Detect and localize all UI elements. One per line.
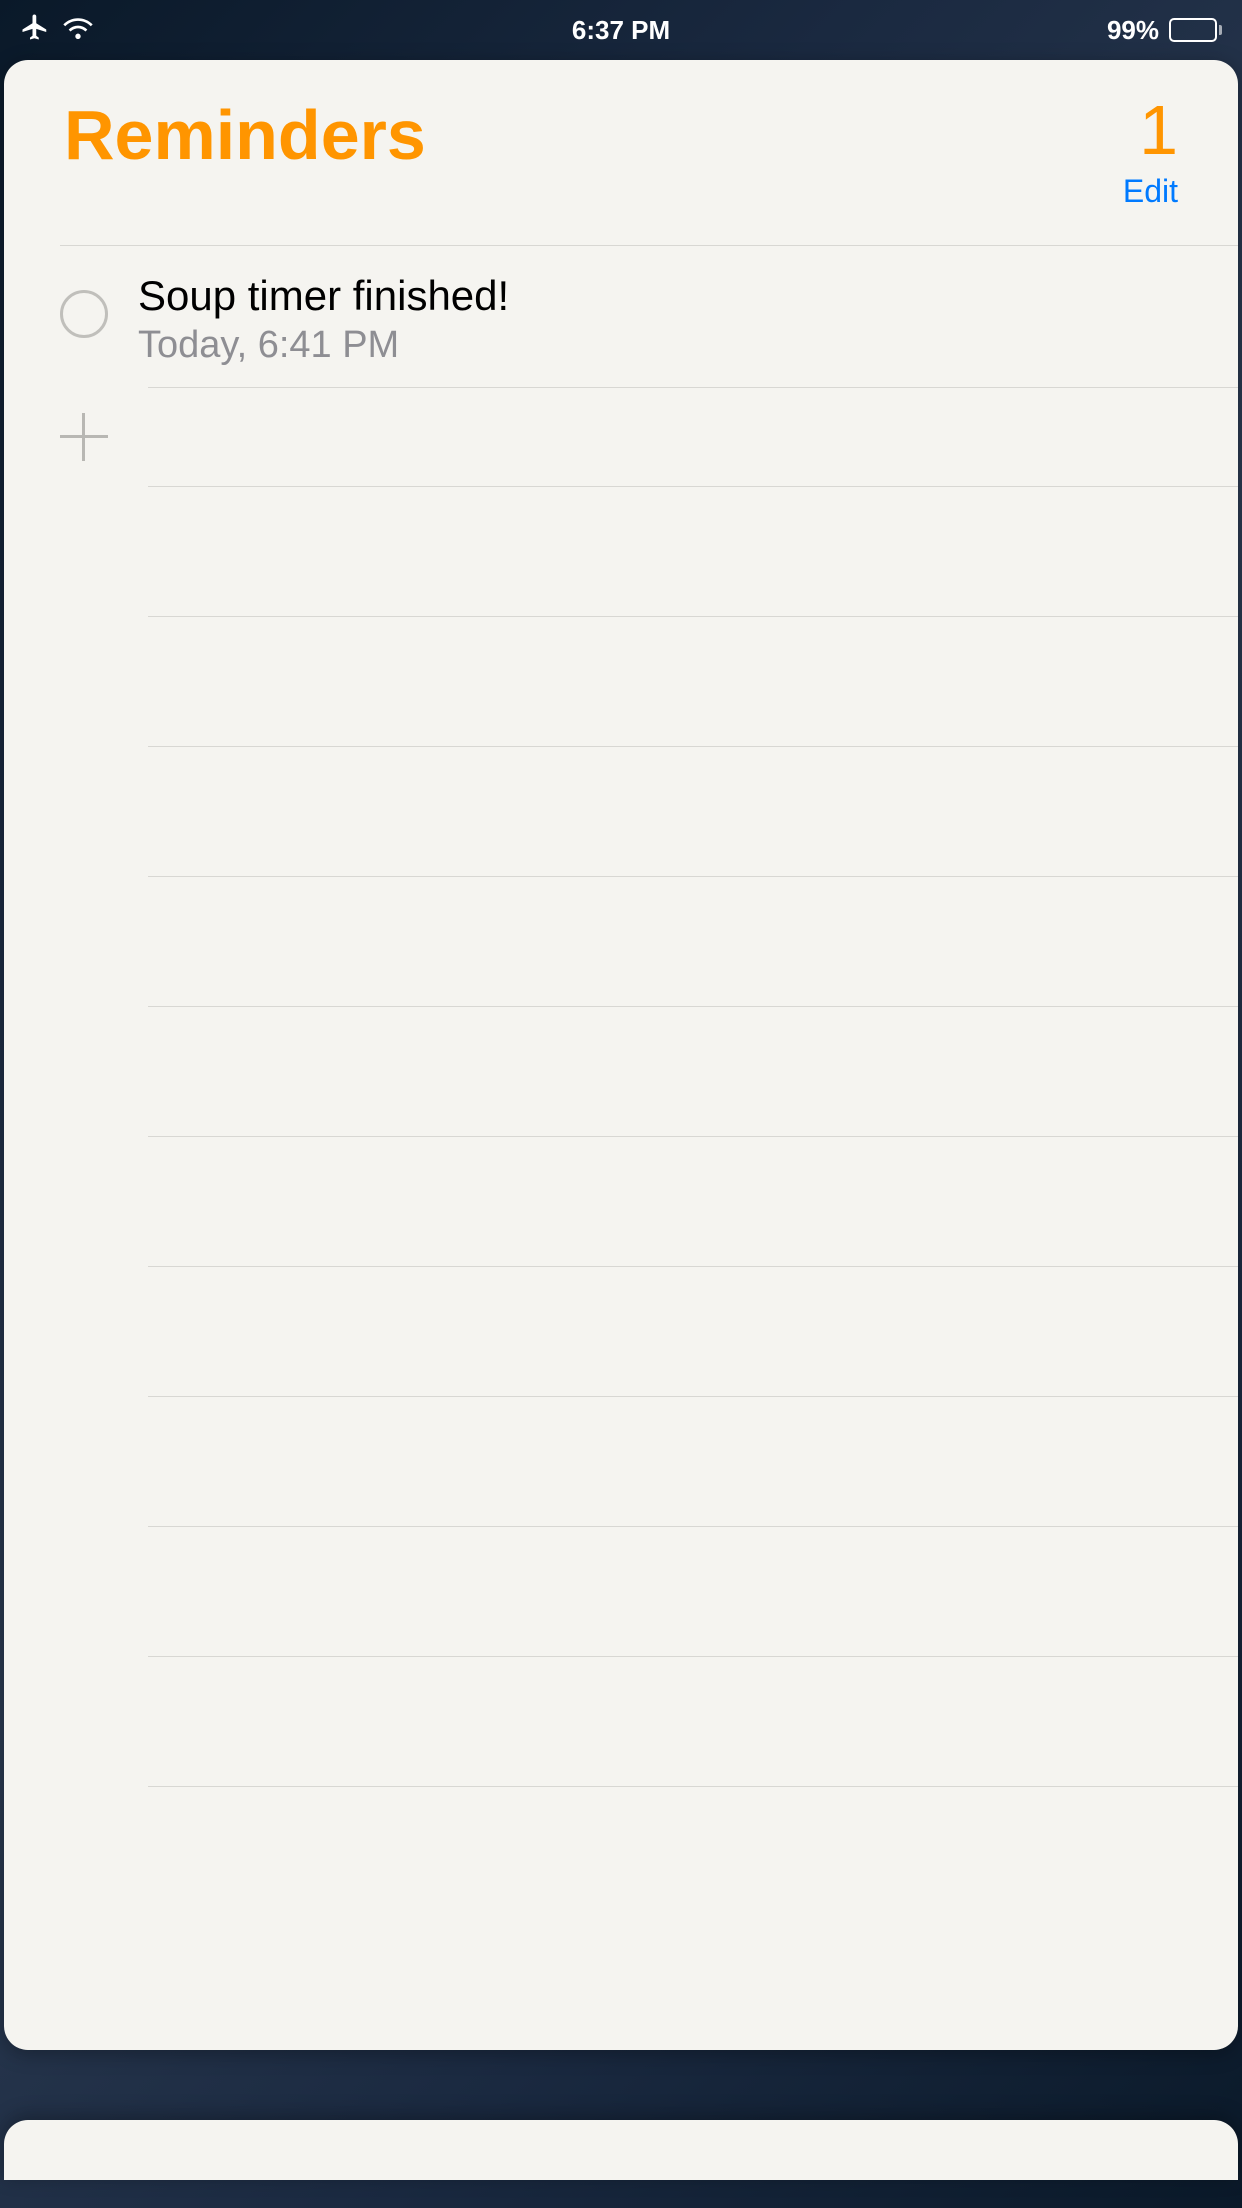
plus-icon[interactable] (60, 413, 108, 461)
empty-row (148, 616, 1238, 746)
add-reminder-row[interactable] (148, 387, 1238, 486)
edit-button[interactable]: Edit (1123, 173, 1178, 210)
status-right: 99% (1107, 15, 1222, 46)
airplane-mode-icon (20, 12, 50, 49)
reminder-list: Soup timer finished! Today, 6:41 PM (4, 245, 1238, 1916)
empty-row (148, 1266, 1238, 1396)
status-left (20, 12, 94, 49)
empty-row (148, 1136, 1238, 1266)
empty-row (148, 1526, 1238, 1656)
reminder-content: Soup timer finished! Today, 6:41 PM (138, 266, 509, 367)
empty-row (148, 1006, 1238, 1136)
empty-row (148, 746, 1238, 876)
battery-percent: 99% (1107, 15, 1159, 46)
empty-row (148, 1786, 1238, 1916)
reminders-title: Reminders (64, 95, 426, 175)
status-bar: 6:37 PM 99% (0, 0, 1242, 60)
header-right: 1 Edit (1123, 95, 1178, 210)
reminder-count: 1 (1139, 95, 1178, 165)
battery-icon (1169, 18, 1222, 42)
card-header: Reminders 1 Edit (4, 95, 1238, 210)
wifi-icon (62, 15, 94, 46)
reminder-checkbox[interactable] (60, 290, 108, 338)
status-time: 6:37 PM (572, 15, 670, 46)
empty-row (148, 876, 1238, 1006)
reminder-title: Soup timer finished! (138, 272, 509, 320)
next-list-card[interactable] (4, 2120, 1238, 2180)
empty-row (148, 1656, 1238, 1786)
reminders-card: Reminders 1 Edit Soup timer finished! To… (4, 60, 1238, 2050)
reminder-item[interactable]: Soup timer finished! Today, 6:41 PM (60, 245, 1238, 387)
empty-row (148, 486, 1238, 616)
empty-row (148, 1396, 1238, 1526)
reminder-time: Today, 6:41 PM (138, 324, 509, 367)
